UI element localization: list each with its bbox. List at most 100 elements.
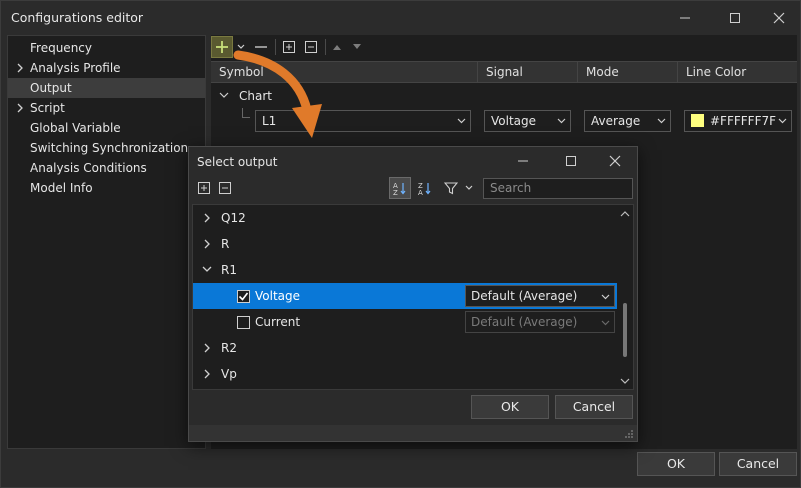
list-item-label: R1 (221, 263, 237, 277)
minimize-icon (680, 17, 690, 18)
maximize-button[interactable] (712, 1, 758, 34)
close-button[interactable] (756, 1, 801, 34)
collapse-all-button[interactable] (301, 36, 321, 58)
sidebar-item-frequency[interactable]: Frequency (8, 38, 205, 58)
list-scrollbar[interactable] (617, 205, 633, 389)
sidebar-item-model-info[interactable]: Model Info (8, 178, 205, 198)
minimize-icon (518, 160, 528, 162)
sidebar-item-label: Script (30, 101, 65, 115)
output-toolbar (211, 35, 797, 59)
scrollbar-thumb[interactable] (623, 303, 627, 357)
chevron-down-icon (557, 111, 566, 131)
move-down-button[interactable] (349, 36, 365, 58)
sidebar: Frequency Analysis Profile Output Script… (7, 35, 206, 449)
window-title: Configurations editor (11, 10, 144, 25)
svg-text:A: A (418, 189, 423, 195)
voltage-checkbox[interactable] (237, 290, 250, 303)
column-header-line-color[interactable]: Line Color (677, 62, 797, 82)
sidebar-item-label: Global Variable (30, 121, 121, 135)
mode-combo[interactable]: Average (584, 110, 671, 132)
dialog-maximize-button[interactable] (551, 149, 591, 173)
list-item-vp[interactable]: Vp (193, 361, 617, 387)
chevron-right-icon[interactable] (201, 335, 213, 361)
sidebar-item-analysis-profile[interactable]: Analysis Profile (8, 58, 205, 78)
voltage-mode-combo[interactable]: Default (Average) (465, 285, 615, 307)
expand-all-button[interactable] (279, 36, 299, 58)
dialog-minimize-button[interactable] (503, 149, 543, 173)
move-up-button[interactable] (329, 36, 345, 58)
sort-za-button[interactable]: ZA (415, 177, 435, 199)
list-item-label: Voltage (255, 289, 301, 303)
plus-icon (216, 41, 228, 53)
list-item-q12[interactable]: Q12 (193, 205, 617, 231)
voltage-mode-value: Default (Average) (471, 289, 578, 303)
maximize-icon (566, 156, 576, 166)
cancel-button[interactable]: Cancel (719, 452, 797, 476)
triangle-down-icon (353, 44, 361, 49)
list-item-voltage[interactable]: Voltage Default (Average) (193, 283, 617, 309)
filter-dropdown-button[interactable] (463, 177, 475, 199)
chevron-down-icon (457, 111, 466, 131)
column-header-mode[interactable]: Mode (577, 62, 677, 82)
filter-icon (444, 182, 458, 195)
ok-button[interactable]: OK (637, 452, 715, 476)
chevron-down-icon (778, 111, 787, 131)
add-button[interactable] (211, 36, 233, 58)
expand-all-icon (283, 41, 295, 53)
chevron-right-icon[interactable] (201, 205, 213, 231)
chevron-right-icon[interactable] (14, 98, 26, 118)
chevron-right-icon[interactable] (14, 58, 26, 78)
dialog-close-button[interactable] (595, 149, 635, 173)
column-header-symbol[interactable]: Symbol (211, 62, 477, 82)
svg-text:Z: Z (393, 189, 398, 195)
chevron-down-icon[interactable] (201, 257, 213, 283)
select-output-dialog: Select output AZ ZA Search Q12 R R1 Volt… (188, 146, 638, 442)
list-item-current[interactable]: Current Default (Average) (193, 309, 617, 335)
current-mode-combo: Default (Average) (465, 311, 615, 333)
dialog-title: Select output (197, 155, 278, 169)
line-color-combo[interactable]: #FFFFFF7F (684, 110, 792, 132)
tree-group-chart[interactable]: Chart (219, 85, 419, 107)
close-icon (773, 12, 785, 23)
sidebar-item-script[interactable]: Script (8, 98, 205, 118)
search-input[interactable]: Search (483, 178, 633, 199)
sort-az-button[interactable]: AZ (389, 177, 411, 199)
collapse-all-icon (219, 182, 231, 194)
dialog-expand-all-button[interactable] (194, 177, 214, 199)
sidebar-item-global-variable[interactable]: Global Variable (8, 118, 205, 138)
chevron-down-icon[interactable] (620, 377, 630, 385)
minus-icon (255, 46, 267, 48)
list-item-label: Current (255, 315, 301, 329)
list-item-r[interactable]: R (193, 231, 617, 257)
sidebar-item-output[interactable]: Output (8, 78, 205, 98)
sidebar-item-label: Model Info (30, 181, 93, 195)
list-item-label: R2 (221, 341, 237, 355)
chevron-right-icon[interactable] (201, 231, 213, 257)
dialog-cancel-button[interactable]: Cancel (555, 395, 633, 419)
symbol-combo[interactable]: L1 (255, 110, 471, 132)
chevron-down-icon (657, 111, 666, 131)
signal-combo[interactable]: Voltage (484, 110, 571, 132)
remove-button[interactable] (251, 36, 271, 58)
chevron-down-icon[interactable] (219, 92, 229, 100)
filter-button[interactable] (441, 177, 461, 199)
dialog-ok-button[interactable]: OK (471, 395, 549, 419)
chevron-up-icon[interactable] (620, 210, 630, 218)
add-dropdown-button[interactable] (235, 36, 247, 58)
dialog-status-bar (189, 425, 637, 441)
column-header-signal[interactable]: Signal (477, 62, 577, 82)
current-checkbox[interactable] (237, 316, 250, 329)
dialog-collapse-all-button[interactable] (215, 177, 235, 199)
chevron-down-icon (237, 44, 245, 49)
minimize-button[interactable] (662, 1, 708, 34)
symbol-value: L1 (262, 114, 277, 128)
sort-za-icon: ZA (418, 182, 431, 195)
list-item-label: Q12 (221, 211, 246, 225)
chevron-right-icon[interactable] (201, 361, 213, 387)
resize-grip-icon[interactable] (624, 429, 634, 439)
list-item-r2[interactable]: R2 (193, 335, 617, 361)
color-swatch (691, 114, 704, 127)
sidebar-item-analysis-conditions[interactable]: Analysis Conditions (8, 158, 205, 178)
sidebar-item-switching-synchronization[interactable]: Switching Synchronization (8, 138, 205, 158)
list-item-r1[interactable]: R1 (193, 257, 617, 283)
